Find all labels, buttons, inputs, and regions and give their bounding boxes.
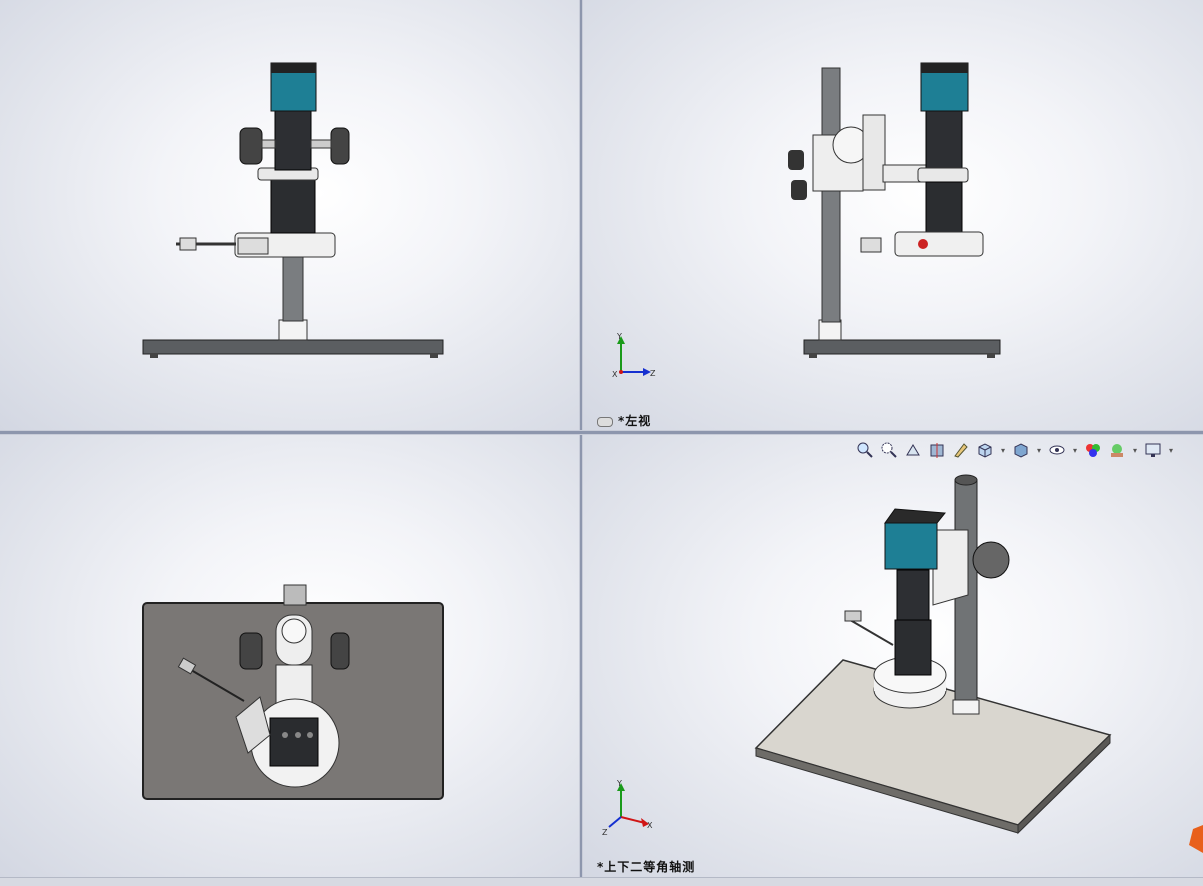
section-view-icon[interactable]: [927, 440, 947, 460]
view-label-left: *左视: [597, 412, 651, 429]
annotation-view-icon[interactable]: [951, 440, 971, 460]
viewport-isometric[interactable]: Y X Z ▾ ▾ ▾ ▾ ▾ *上下二等角轴测: [583, 435, 1203, 877]
axis-x-label: X: [612, 370, 618, 379]
chevron-down-icon[interactable]: ▾: [1071, 446, 1079, 455]
logo-badge: [1189, 825, 1203, 855]
chevron-down-icon[interactable]: ▾: [1035, 446, 1043, 455]
viewport-left[interactable]: Y X Z *左视: [583, 0, 1203, 430]
view-orientation-icon[interactable]: [975, 440, 995, 460]
axis-z-label: Z: [650, 369, 656, 378]
axis-z-label: Z: [602, 828, 608, 837]
model-left-view: Y X Z: [612, 62, 1001, 379]
viewport-splitter-vertical[interactable]: [579, 0, 583, 877]
model-front-view: [142, 62, 444, 358]
monitor-icon[interactable]: [1143, 440, 1163, 460]
chevron-down-icon[interactable]: ▾: [1167, 446, 1175, 455]
viewport-splitter-horizontal[interactable]: [0, 430, 1203, 435]
chevron-down-icon[interactable]: ▾: [1131, 446, 1139, 455]
view-label-isometric: *上下二等角轴测: [597, 860, 696, 874]
axis-x-label: X: [647, 821, 653, 830]
zoom-area-icon[interactable]: [879, 440, 899, 460]
link-views-icon[interactable]: [597, 416, 613, 427]
heads-up-view-toolbar: ▾ ▾ ▾ ▾ ▾: [855, 440, 1175, 460]
chevron-down-icon[interactable]: ▾: [999, 446, 1007, 455]
display-style-icon[interactable]: [1011, 440, 1031, 460]
previous-view-icon[interactable]: [903, 440, 923, 460]
axis-y-label: Y: [616, 332, 622, 341]
scene-icon[interactable]: [1107, 440, 1127, 460]
viewport-front[interactable]: [0, 0, 579, 430]
viewport-top[interactable]: [0, 435, 579, 877]
model-top-view: [142, 584, 444, 800]
hide-show-icon[interactable]: [1047, 440, 1067, 460]
model-isometric-view: Y X Z: [602, 474, 1112, 837]
appearance-icon[interactable]: [1083, 440, 1103, 460]
axis-y-label: Y: [616, 779, 622, 788]
zoom-fit-icon[interactable]: [855, 440, 875, 460]
